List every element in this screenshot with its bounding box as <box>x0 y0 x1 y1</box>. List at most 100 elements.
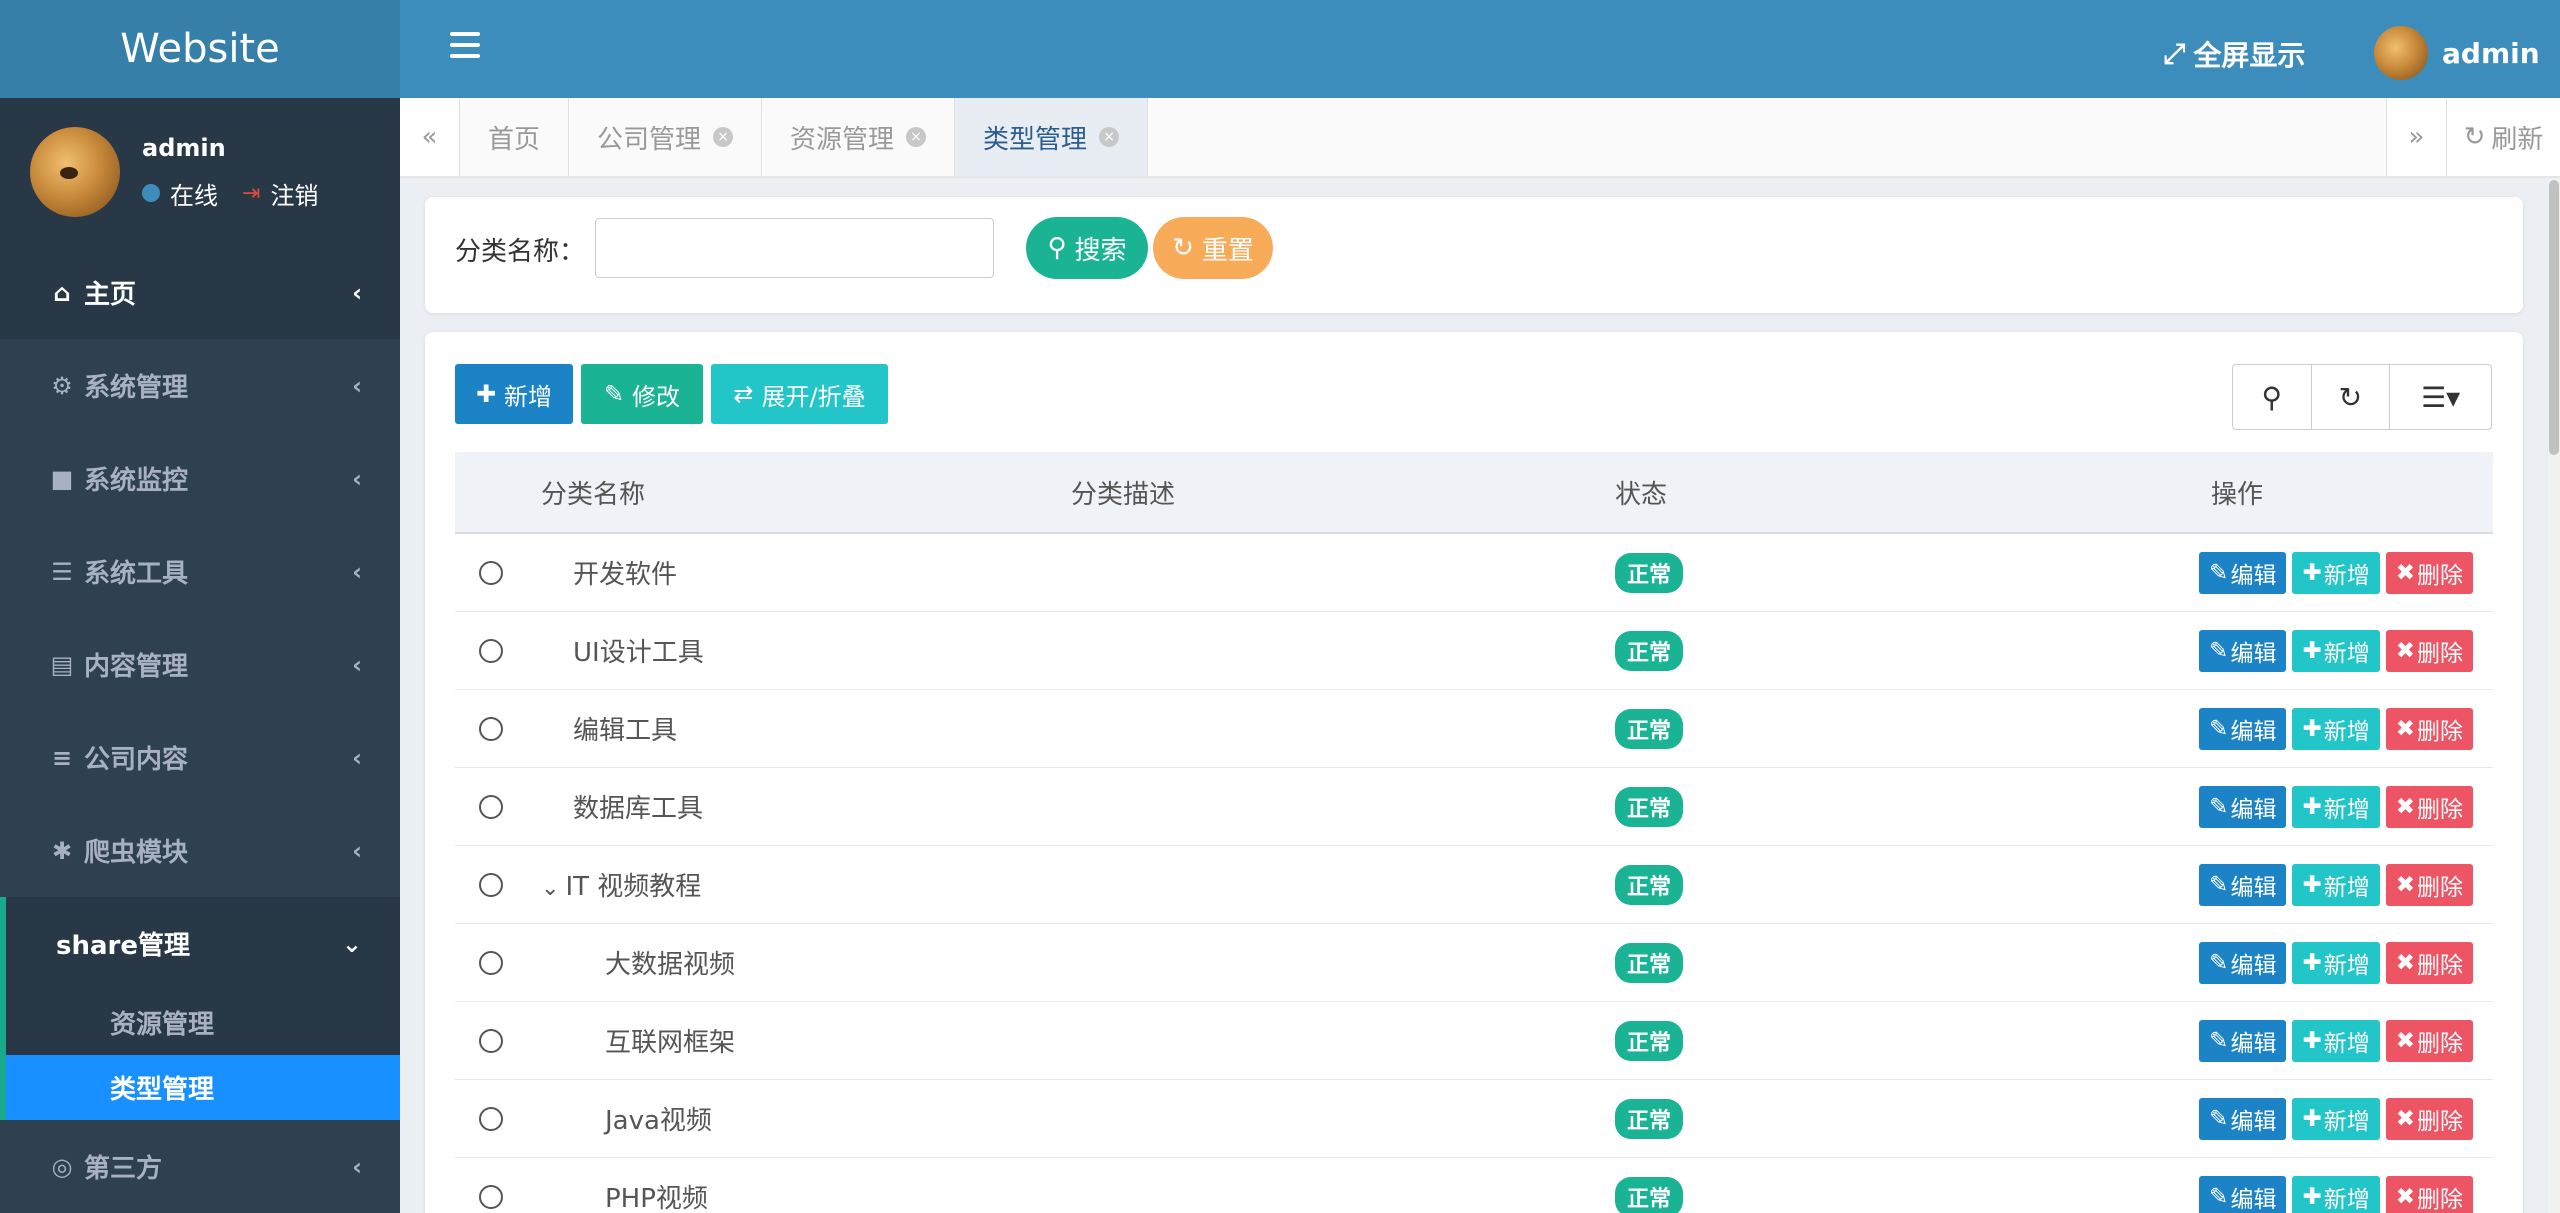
delete-row-button[interactable]: ✖ 删除 <box>2385 863 2473 906</box>
add-child-button[interactable]: ✚ 新增 <box>2292 707 2380 750</box>
sidebar-item-7[interactable]: share管理 ⌄ <box>0 897 400 990</box>
close-tab-icon[interactable]: × <box>1099 127 1120 147</box>
table-row[interactable]: 互联网框架 正常 ✎ 编辑 ✚ 新增 ✖ 删除 <box>455 1002 2493 1080</box>
table-row[interactable]: 编辑工具 正常 ✎ 编辑 ✚ 新增 ✖ 删除 <box>455 690 2493 768</box>
table-row[interactable]: Java视频 正常 ✎ 编辑 ✚ 新增 ✖ 删除 <box>455 1080 2493 1158</box>
submenu-item-1[interactable]: 类型管理 <box>6 1055 400 1120</box>
edit-row-button[interactable]: ✎ 编辑 <box>2199 941 2287 984</box>
edit-row-button[interactable]: ✎ 编辑 <box>2199 1019 2287 1062</box>
close-tab-icon[interactable]: × <box>906 127 927 147</box>
edit-row-button[interactable]: ✎ 编辑 <box>2199 629 2287 672</box>
close-tab-icon[interactable]: × <box>713 127 734 147</box>
tabs-scroll-left-icon[interactable]: « <box>400 98 460 176</box>
user-status: 在线 ⇥ 注销 <box>142 176 318 211</box>
tab-0[interactable]: 首页 <box>460 98 570 176</box>
refresh-tab-button[interactable]: ↻ 刷新 <box>2446 98 2560 176</box>
row-radio[interactable] <box>479 872 503 897</box>
edit-row-button[interactable]: ✎ 编辑 <box>2199 551 2287 594</box>
table-row[interactable]: 开发软件 正常 ✎ 编辑 ✚ 新增 ✖ 删除 <box>455 534 2493 612</box>
row-radio[interactable] <box>479 950 503 975</box>
row-radio[interactable] <box>479 794 503 819</box>
sidebar-item-3[interactable]: ☰ 系统工具 ‹ <box>0 525 400 618</box>
add-button[interactable]: ✚ 新增 <box>455 364 573 424</box>
row-radio[interactable] <box>479 560 503 585</box>
category-name-input[interactable] <box>595 218 994 278</box>
columns-toggle-icon[interactable]: ☰▾ <box>2390 365 2491 429</box>
sidebar-item-0[interactable]: ⌂ 主页 ‹ <box>0 246 400 339</box>
search-button[interactable]: ⚲ 搜索 <box>1026 217 1148 279</box>
delete-row-button[interactable]: ✖ 删除 <box>2385 1019 2473 1062</box>
edit-row-button[interactable]: ✎ 编辑 <box>2199 707 2287 750</box>
row-radio[interactable] <box>479 716 503 741</box>
tab-2[interactable]: 资源管理 × <box>762 98 956 176</box>
row-select-cell <box>455 950 527 975</box>
reset-button[interactable]: ↻ 重置 <box>1153 217 1273 279</box>
row-radio[interactable] <box>479 1184 503 1209</box>
tabs-scroll-right-icon[interactable]: » <box>2386 98 2446 176</box>
edit-button[interactable]: ✎ 修改 <box>581 364 703 424</box>
status-badge: 正常 <box>1615 1020 1684 1061</box>
brand-logo[interactable]: Website <box>0 0 400 98</box>
add-child-button[interactable]: ✚ 新增 <box>2292 863 2380 906</box>
add-child-button[interactable]: ✚ 新增 <box>2292 785 2380 828</box>
category-name: 互联网框架 <box>605 1028 736 1058</box>
sidebar-item-2[interactable]: ■ 系统监控 ‹ <box>0 432 400 525</box>
chevron-left-icon: ‹ <box>352 464 362 493</box>
chevron-down-icon[interactable]: ⌄ <box>541 876 559 901</box>
delete-row-button[interactable]: ✖ 删除 <box>2385 629 2473 672</box>
table-row[interactable]: ⌄ IT 视频教程 正常 ✎ 编辑 ✚ 新增 ✖ 删除 <box>455 846 2493 924</box>
row-radio[interactable] <box>479 638 503 663</box>
add-child-button[interactable]: ✚ 新增 <box>2292 1175 2380 1213</box>
delete-row-button[interactable]: ✖ 删除 <box>2385 1097 2473 1140</box>
add-child-button[interactable]: ✚ 新增 <box>2292 1019 2380 1062</box>
table-row[interactable]: PHP视频 正常 ✎ 编辑 ✚ 新增 ✖ 删除 <box>455 1158 2493 1213</box>
tab-label: 首页 <box>488 124 541 155</box>
table-row[interactable]: 数据库工具 正常 ✎ 编辑 ✚ 新增 ✖ 删除 <box>455 768 2493 846</box>
col-header-status[interactable]: 状态 <box>1615 474 2159 511</box>
submenu-item-0[interactable]: 资源管理 <box>6 990 400 1055</box>
sign-out-icon[interactable]: ⇥ <box>242 181 260 206</box>
row-radio[interactable] <box>479 1106 503 1131</box>
plus-icon: ✚ <box>2302 1027 2322 1054</box>
expand-collapse-button[interactable]: ⇄ 展开/折叠 <box>711 364 888 424</box>
fullscreen-button[interactable]: ⤢ 全屏显示 <box>2163 34 2305 74</box>
col-header-name[interactable]: 分类名称 <box>527 474 1071 511</box>
tab-3[interactable]: 类型管理 × <box>955 98 1149 176</box>
tab-1[interactable]: 公司管理 × <box>569 98 763 176</box>
edit-row-button[interactable]: ✎ 编辑 <box>2199 863 2287 906</box>
delete-row-button[interactable]: ✖ 删除 <box>2385 707 2473 750</box>
add-child-button[interactable]: ✚ 新增 <box>2292 941 2380 984</box>
delete-row-button[interactable]: ✖ 删除 <box>2385 1175 2473 1213</box>
delete-row-button[interactable]: ✖ 删除 <box>2385 551 2473 594</box>
sidebar-item-1[interactable]: ⚙ 系统管理 ‹ <box>0 339 400 432</box>
row-radio[interactable] <box>479 1028 503 1053</box>
sidebar-item-4[interactable]: ▤ 内容管理 ‹ <box>0 618 400 711</box>
remove-icon: ✖ <box>2395 715 2415 742</box>
menu-toggle-icon[interactable] <box>450 32 480 58</box>
delete-row-button[interactable]: ✖ 删除 <box>2385 785 2473 828</box>
status-cell: 正常 <box>1615 708 2159 749</box>
sidebar-item-8[interactable]: ◎ 第三方 ‹ <box>0 1120 400 1213</box>
user-dropdown[interactable]: admin <box>2374 26 2540 80</box>
table-row[interactable]: UI设计工具 正常 ✎ 编辑 ✚ 新增 ✖ 删除 <box>455 612 2493 690</box>
op-label: 编辑 <box>2230 952 2277 979</box>
add-child-button[interactable]: ✚ 新增 <box>2292 629 2380 672</box>
sidebar-item-5[interactable]: ≡ 公司内容 ‹ <box>0 711 400 804</box>
edit-row-button[interactable]: ✎ 编辑 <box>2199 1097 2287 1140</box>
top-avatar <box>2374 26 2428 80</box>
add-child-button[interactable]: ✚ 新增 <box>2292 1097 2380 1140</box>
sidebar-item-label: 主页 <box>84 280 137 310</box>
table-search-icon[interactable]: ⚲ <box>2233 365 2312 429</box>
logout-link[interactable]: 注销 <box>270 176 318 211</box>
table-row[interactable]: 大数据视频 正常 ✎ 编辑 ✚ 新增 ✖ 删除 <box>455 924 2493 1002</box>
sidebar-item-6[interactable]: ✱ 爬虫模块 ‹ <box>0 804 400 897</box>
col-header-desc[interactable]: 分类描述 <box>1071 474 1615 511</box>
add-child-button[interactable]: ✚ 新增 <box>2292 551 2380 594</box>
scrollbar-thumb[interactable] <box>2549 180 2559 455</box>
table-refresh-icon[interactable]: ↻ <box>2312 365 2391 429</box>
status-badge: 正常 <box>1615 864 1684 905</box>
edit-row-button[interactable]: ✎ 编辑 <box>2199 785 2287 828</box>
delete-row-button[interactable]: ✖ 删除 <box>2385 941 2473 984</box>
status-badge: 正常 <box>1615 630 1684 671</box>
edit-row-button[interactable]: ✎ 编辑 <box>2199 1175 2287 1213</box>
